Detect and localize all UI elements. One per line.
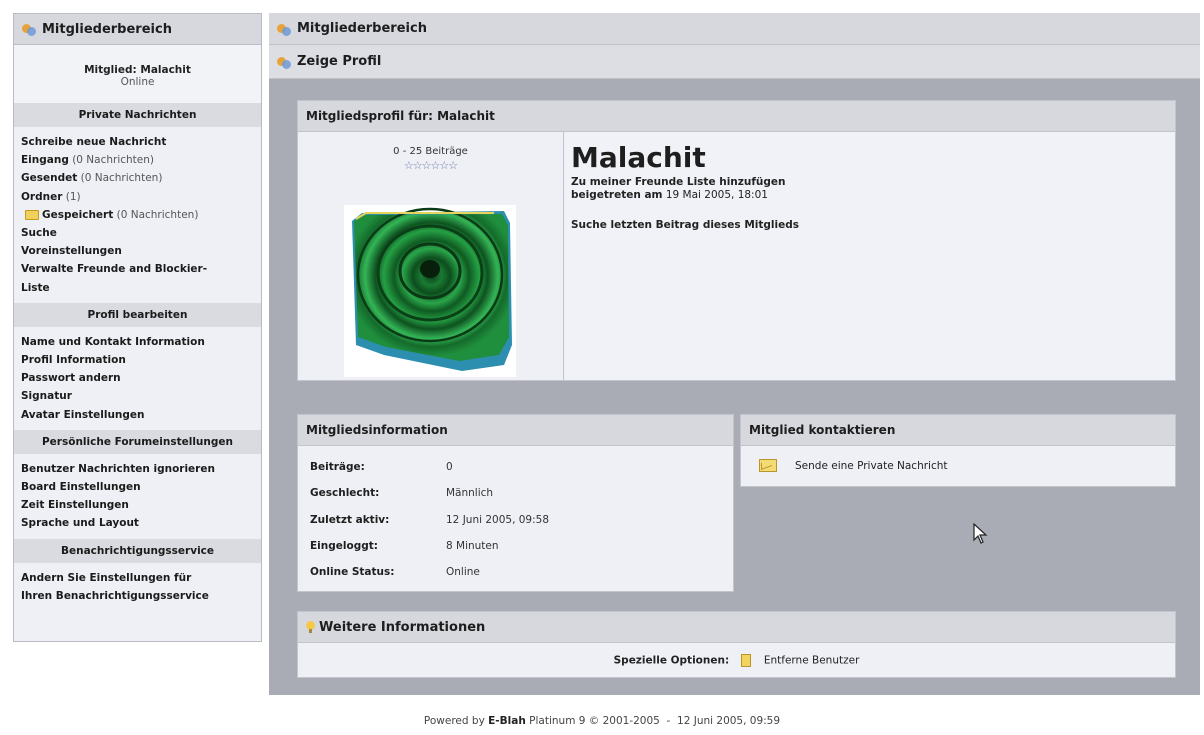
- section-heading-notifications: Benachrichtigungsservice: [14, 538, 261, 563]
- remove-user-icon: [740, 654, 751, 667]
- subheader: Zeige Profil: [269, 45, 1200, 79]
- last-active-label: Zuletzt aktiv:: [310, 514, 390, 526]
- sidebar: Mitgliederbereich Mitglied: Malachit Onl…: [13, 13, 262, 642]
- sidebar-title: Mitgliederbereich: [42, 21, 172, 37]
- folder-icon: [25, 209, 39, 220]
- logged-in-label: Eingeloggt:: [310, 540, 378, 552]
- lightbulb-icon: [306, 621, 315, 633]
- notification-list: Andern Sie Einstellungen für Ihren Benach…: [14, 563, 261, 611]
- member-online-status: Online: [120, 76, 155, 88]
- version-text: Platinum 9 © 2001-2005: [529, 715, 660, 727]
- avatar: [344, 205, 516, 377]
- footer-date: 12 Juni 2005, 09:59: [677, 715, 781, 727]
- ignore-users-link[interactable]: Benutzer Nachrichten ignorieren: [21, 463, 215, 475]
- notification-settings-link[interactable]: Andern Sie Einstellungen für Ihren Benach…: [21, 572, 209, 602]
- inbox-link[interactable]: Eingang: [21, 154, 69, 166]
- footer: Powered by E-Blah Platinum 9 © 2001-2005…: [0, 715, 1204, 727]
- signature-link[interactable]: Signatur: [21, 390, 72, 402]
- section-heading-forum-settings: Persönliche Forumeinstellungen: [14, 429, 261, 454]
- profile-username: Malachit: [571, 141, 706, 174]
- breadcrumb: Mitgliederbereich: [297, 21, 427, 36]
- folders-link[interactable]: Ordner: [21, 191, 62, 203]
- avatar-settings-link[interactable]: Avatar Einstellungen: [21, 409, 145, 421]
- sent-count: (0 Nachrichten): [80, 172, 163, 185]
- language-layout-link[interactable]: Sprache und Layout: [21, 517, 139, 529]
- main-header: Mitgliederbereich: [269, 13, 1200, 45]
- gender-label: Geschlecht:: [310, 487, 380, 499]
- manage-buddies-label-line1: Verwalte Freunde and Blockier-: [21, 263, 208, 276]
- online-status-label: Online Status:: [310, 566, 395, 578]
- product-link[interactable]: E-Blah: [488, 715, 526, 727]
- more-info-header: Weitere Informationen: [298, 612, 1175, 643]
- manage-buddies-link[interactable]: Verwalte Freunde and Blockier- Liste: [21, 263, 207, 293]
- send-pm-link[interactable]: Sende eine Private Nachricht: [795, 460, 948, 472]
- online-status-value: Online: [446, 566, 480, 578]
- member-info-heading: Mitgliedsinformation: [298, 415, 733, 446]
- posts-value: 0: [446, 461, 453, 473]
- envelope-icon: [759, 459, 777, 472]
- member-name: Mitglied: Malachit: [84, 64, 191, 76]
- remove-user-link[interactable]: Entferne Benutzer: [764, 655, 860, 667]
- forum-logo-icon: [277, 55, 291, 69]
- send-pm-row[interactable]: Sende eine Private Nachricht: [759, 459, 948, 472]
- joined-date: 19 Mai 2005, 18:01: [665, 189, 768, 201]
- posts-label: Beiträge:: [310, 461, 365, 473]
- profile-card: Mitgliedsprofil für: Malachit 0 - 25 Bei…: [297, 100, 1176, 381]
- special-options-label: Spezielle Optionen:: [613, 654, 730, 667]
- profile-info-link[interactable]: Profil Information: [21, 354, 126, 366]
- rank-stars-icon: ☆☆☆☆☆☆: [403, 159, 458, 172]
- gender-value: Männlich: [446, 487, 494, 499]
- section-heading-private-messages: Private Nachrichten: [14, 103, 261, 127]
- board-settings-link[interactable]: Board Einstellungen: [21, 481, 141, 493]
- mouse-cursor-icon: [973, 522, 989, 545]
- add-friend-link[interactable]: Zu meiner Freunde Liste hinzufügen: [571, 176, 786, 188]
- more-info-heading: Weitere Informationen: [319, 619, 486, 635]
- manage-buddies-label-line2: Liste: [21, 281, 50, 294]
- page-title: Zeige Profil: [297, 54, 382, 69]
- logged-in-value: 8 Minuten: [446, 540, 499, 552]
- search-messages-link[interactable]: Suche: [21, 227, 57, 239]
- sent-link[interactable]: Gesendet: [21, 172, 77, 184]
- avatar-column: 0 - 25 Beiträge ☆☆☆☆☆☆: [298, 132, 564, 380]
- last-active-value: 12 Juni 2005, 09:58: [446, 514, 550, 526]
- saved-count: (0 Nachrichten): [116, 208, 199, 221]
- message-preferences-link[interactable]: Voreinstellungen: [21, 245, 122, 257]
- member-info-panel: Mitgliedsinformation Beiträge: 0 Geschle…: [297, 414, 734, 592]
- write-message-link[interactable]: Schreibe neue Nachricht: [21, 136, 166, 148]
- forum-logo-icon: [277, 22, 291, 36]
- contact-info-link[interactable]: Name und Kontakt Information: [21, 336, 205, 348]
- more-info-panel: Weitere Informationen Spezielle Optionen…: [297, 611, 1176, 678]
- profile-card-heading: Mitgliedsprofil für: Malachit: [298, 101, 1175, 132]
- saved-folder-link[interactable]: Gespeichert: [42, 209, 113, 221]
- post-rank-range: 0 - 25 Beiträge: [393, 146, 468, 157]
- notification-settings-line2: Ihren Benachrichtigungsservice: [21, 589, 209, 602]
- powered-by-text: Powered by: [423, 715, 485, 727]
- special-options-row: Spezielle Optionen: Entferne Benutzer: [298, 654, 1175, 667]
- section-heading-edit-profile: Profil bearbeiten: [14, 302, 261, 327]
- forum-settings-list: Benutzer Nachrichten ignorieren Board Ei…: [14, 454, 261, 539]
- footer-separator: -: [666, 715, 671, 727]
- change-password-link[interactable]: Passwort andern: [21, 372, 121, 384]
- inbox-count: (0 Nachrichten): [72, 154, 155, 167]
- profile-info-column: Malachit Zu meiner Freunde Liste hinzufü…: [565, 132, 1175, 380]
- sidebar-header: Mitgliederbereich: [14, 14, 261, 45]
- forum-logo-icon: [22, 22, 36, 36]
- contact-panel: Mitglied kontaktieren Sende eine Private…: [740, 414, 1176, 487]
- member-status-box: Mitglied: Malachit Online: [14, 45, 261, 103]
- edit-profile-list: Name und Kontakt Information Profil Info…: [14, 327, 261, 430]
- folders-count: (1): [65, 190, 81, 203]
- joined-label: beigetreten am: [571, 189, 663, 201]
- contact-heading: Mitglied kontaktieren: [741, 415, 1175, 446]
- time-settings-link[interactable]: Zeit Einstellungen: [21, 499, 129, 511]
- notification-settings-line1: Andern Sie Einstellungen für: [21, 571, 192, 584]
- last-post-link[interactable]: Suche letzten Beitrag dieses Mitglieds: [571, 219, 799, 231]
- private-messages-list: Schreibe neue Nachricht Eingang (0 Nachr…: [14, 127, 261, 303]
